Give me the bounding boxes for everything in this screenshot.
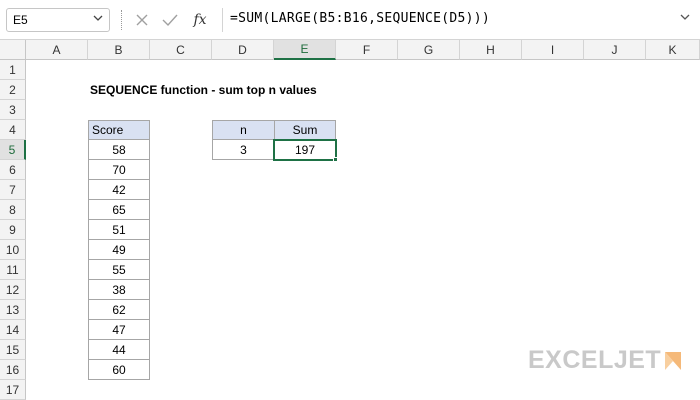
score-cell[interactable]: 51 [88, 220, 150, 240]
score-cell[interactable]: 60 [88, 360, 150, 380]
more-options-icon[interactable] [121, 10, 123, 30]
score-cell[interactable]: 42 [88, 180, 150, 200]
name-box-value: E5 [13, 13, 28, 27]
column-header-h[interactable]: H [460, 40, 522, 60]
formula-divider [222, 8, 223, 32]
row-header-12[interactable]: 12 [0, 280, 26, 300]
formula-input[interactable]: =SUM(LARGE(B5:B16,SEQUENCE(D5))) [230, 11, 490, 26]
row-header-1[interactable]: 1 [0, 60, 26, 80]
row-header-6[interactable]: 6 [0, 160, 26, 180]
score-cell[interactable]: 49 [88, 240, 150, 260]
cancel-icon[interactable] [134, 12, 150, 28]
chevron-down-icon[interactable] [93, 13, 103, 26]
exceljet-logo: EXCELJET [528, 346, 682, 375]
n-header-cell[interactable]: n [212, 120, 275, 140]
row-header-11[interactable]: 11 [0, 260, 26, 280]
exceljet-logo-icon [665, 351, 682, 370]
score-cell[interactable]: 62 [88, 300, 150, 320]
score-cell[interactable]: 47 [88, 320, 150, 340]
name-box[interactable]: E5 [6, 8, 110, 32]
score-cell[interactable]: 38 [88, 280, 150, 300]
row-header-3[interactable]: 3 [0, 100, 26, 120]
worksheet-grid[interactable]: A B C D E F G H I J K 1 2 3 4 5 6 7 8 9 … [0, 40, 700, 400]
row-header-2[interactable]: 2 [0, 80, 26, 100]
row-header-10[interactable]: 10 [0, 240, 26, 260]
select-all-button[interactable] [0, 40, 26, 60]
formula-bar: E5 fx =SUM(LARGE(B5:B16,SEQUENCE(D5))) [0, 0, 700, 40]
formula-bar-buttons: fx [134, 8, 210, 32]
row-header-17[interactable]: 17 [0, 380, 26, 400]
column-header-j[interactable]: J [584, 40, 646, 60]
score-cell[interactable]: 55 [88, 260, 150, 280]
row-header-16[interactable]: 16 [0, 360, 26, 380]
n-value-cell[interactable]: 3 [212, 140, 275, 160]
row-header-13[interactable]: 13 [0, 300, 26, 320]
score-cell[interactable]: 44 [88, 340, 150, 360]
sheet-title[interactable]: SEQUENCE function - sum top n values [90, 80, 390, 100]
row-header-15[interactable]: 15 [0, 340, 26, 360]
column-header-i[interactable]: I [522, 40, 584, 60]
row-header-8[interactable]: 8 [0, 200, 26, 220]
row-header-7[interactable]: 7 [0, 180, 26, 200]
column-header-c[interactable]: C [150, 40, 212, 60]
row-header-14[interactable]: 14 [0, 320, 26, 340]
score-header-cell[interactable]: Score [88, 120, 150, 140]
score-cell[interactable]: 58 [88, 140, 150, 160]
fill-handle[interactable] [333, 157, 338, 162]
expand-formula-bar-icon[interactable] [680, 12, 690, 25]
row-header-4[interactable]: 4 [0, 120, 26, 140]
logo-text: EXCELJET [528, 346, 662, 374]
column-header-b[interactable]: B [88, 40, 150, 60]
insert-function-icon[interactable]: fx [190, 12, 210, 28]
column-header-k[interactable]: K [646, 40, 700, 60]
score-cell[interactable]: 70 [88, 160, 150, 180]
column-header-d[interactable]: D [212, 40, 274, 60]
sum-value-cell[interactable]: 197 [273, 139, 337, 161]
score-cell[interactable]: 65 [88, 200, 150, 220]
column-header-e[interactable]: E [274, 40, 336, 60]
enter-icon[interactable] [162, 12, 178, 28]
column-header-f[interactable]: F [336, 40, 398, 60]
row-header-5[interactable]: 5 [0, 140, 26, 160]
sum-header-cell[interactable]: Sum [274, 120, 336, 140]
column-header-a[interactable]: A [26, 40, 88, 60]
row-header-9[interactable]: 9 [0, 220, 26, 240]
column-header-g[interactable]: G [398, 40, 460, 60]
